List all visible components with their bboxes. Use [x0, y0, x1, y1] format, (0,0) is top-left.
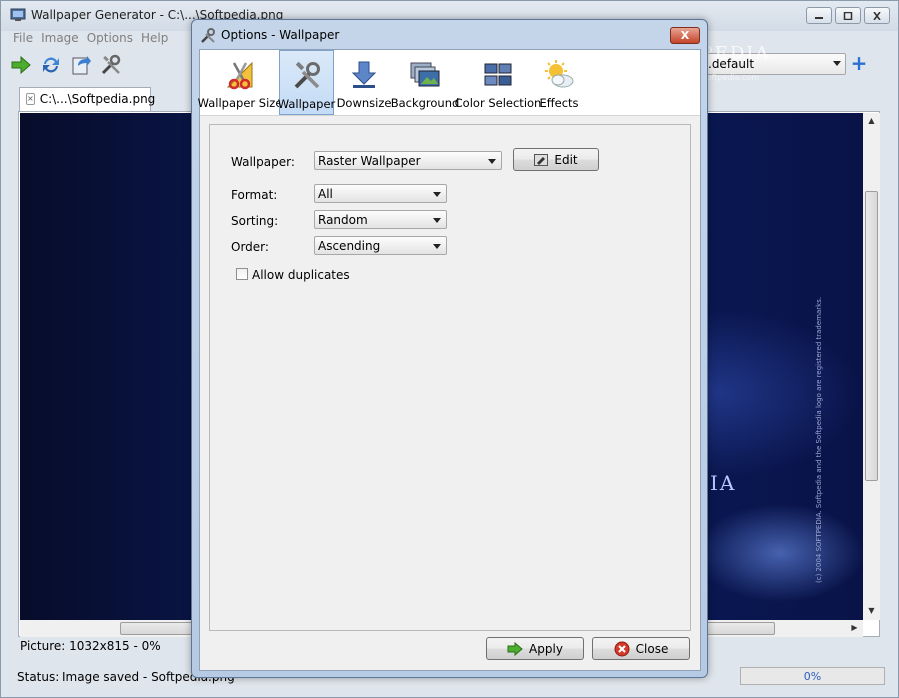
category-label: Wallpaper [277, 97, 336, 111]
next-button[interactable] [9, 53, 33, 77]
order-label: Order: [231, 240, 269, 254]
picture-info: Picture: 1032x815 - 0% [20, 639, 161, 653]
color-tiles-icon [484, 63, 512, 86]
export-icon [72, 56, 91, 75]
background-pictures-icon [410, 62, 440, 87]
chevron-down-icon [433, 218, 441, 223]
edit-button[interactable]: Edit [513, 148, 599, 171]
scissors-ruler-icon [226, 61, 253, 90]
chevron-down-icon [433, 244, 441, 249]
close-window-button[interactable] [864, 7, 890, 24]
export-button[interactable] [69, 53, 93, 77]
category-effects[interactable]: Effects [534, 50, 584, 115]
category-downsize[interactable]: Downsize [337, 50, 391, 115]
progress-bar: 0% [740, 667, 885, 685]
toolbar [9, 51, 123, 79]
chevron-down-icon [433, 192, 441, 197]
progress-text: 0% [803, 670, 822, 683]
chevron-down-icon [833, 61, 841, 66]
scroll-down-icon[interactable]: ▼ [863, 606, 880, 615]
format-value: All [318, 187, 333, 201]
sorting-label: Sorting: [231, 214, 279, 228]
refresh-icon [43, 57, 59, 73]
tools-button[interactable] [99, 53, 123, 77]
next-arrow-icon [11, 55, 31, 75]
status-label: Status: [17, 670, 60, 684]
category-label: Color Selection [454, 96, 542, 110]
minimize-icon [815, 16, 823, 19]
tools-icon [294, 61, 320, 89]
menu-file[interactable]: File [9, 30, 37, 48]
refresh-button[interactable] [39, 53, 63, 77]
order-value: Ascending [318, 239, 381, 253]
maximize-icon [843, 11, 853, 20]
plus-icon: + [850, 51, 868, 75]
wallpaper-type-select[interactable]: Raster Wallpaper [314, 151, 502, 170]
format-select[interactable]: All [314, 184, 447, 203]
apply-button-label: Apply [529, 641, 563, 656]
edit-icon [534, 153, 549, 166]
image-copyright-text: (c) 2004 SOFTPEDIA. Softpedia and the So… [815, 296, 823, 583]
category-wallpaper[interactable]: Wallpaper [277, 50, 336, 115]
weather-sun-cloud-icon [545, 60, 574, 88]
options-dialog: Options - Wallpaper X Wallpaper Size Wal… [191, 19, 708, 678]
document-tab-label: C:\...\Softpedia.png [39, 92, 156, 106]
dialog-title: Options - Wallpaper [221, 28, 340, 42]
wallpaper-label: Wallpaper: [231, 155, 295, 169]
minimize-button[interactable] [806, 7, 832, 24]
scroll-right-icon[interactable]: ▶ [846, 623, 863, 632]
edit-button-label: Edit [554, 152, 578, 167]
category-bar: Wallpaper Size Wallpaper Downsize Backgr… [198, 50, 700, 116]
category-label: Effects [539, 96, 579, 110]
category-wallpaper-size[interactable]: Wallpaper Size [198, 50, 282, 115]
apply-button[interactable]: Apply [486, 637, 584, 660]
close-icon [873, 11, 881, 20]
close-button[interactable]: Close [592, 637, 690, 660]
menu-help[interactable]: Help [137, 30, 172, 48]
category-label: Background [390, 96, 460, 110]
category-label: Downsize [336, 96, 392, 110]
document-tab[interactable]: × C:\...\Softpedia.png [19, 87, 155, 111]
download-arrow-icon [351, 61, 377, 88]
category-label: Wallpaper Size [197, 96, 283, 110]
tools-icon [101, 54, 121, 75]
allow-duplicates-label[interactable]: Allow duplicates [252, 268, 350, 282]
scroll-up-icon[interactable]: ▲ [863, 116, 880, 125]
wallpaper-settings-panel: Wallpaper: Raster Wallpaper Edit Format:… [209, 124, 691, 631]
green-arrow-icon [507, 641, 523, 656]
maximize-button[interactable] [835, 7, 861, 24]
vertical-scrollbar[interactable]: ▲ ▼ [863, 113, 880, 620]
category-color-selection[interactable]: Color Selection [455, 50, 541, 115]
menu-options[interactable]: Options [83, 30, 137, 48]
format-label: Format: [231, 188, 278, 202]
sorting-value: Random [318, 213, 368, 227]
close-icon: X [680, 29, 690, 42]
category-background[interactable]: Background [390, 50, 460, 115]
tab-close-icon[interactable]: × [26, 93, 35, 105]
wallpaper-type-value: Raster Wallpaper [318, 154, 421, 168]
menu-image[interactable]: Image [37, 30, 83, 48]
allow-duplicates-checkbox[interactable] [236, 268, 248, 280]
close-button-label: Close [635, 641, 669, 656]
dialog-close-button[interactable]: X [670, 27, 700, 44]
red-close-icon [614, 641, 630, 656]
vertical-scroll-thumb[interactable] [865, 191, 878, 481]
app-icon [10, 8, 26, 21]
order-select[interactable]: Ascending [314, 236, 447, 255]
chevron-down-icon [488, 159, 496, 164]
dialog-content: Wallpaper Size Wallpaper Downsize Backgr… [198, 49, 701, 671]
image-logo-text: IA [710, 471, 737, 495]
sorting-select[interactable]: Random [314, 210, 447, 229]
tools-icon [201, 28, 215, 43]
add-preset-button[interactable]: + [850, 53, 868, 73]
